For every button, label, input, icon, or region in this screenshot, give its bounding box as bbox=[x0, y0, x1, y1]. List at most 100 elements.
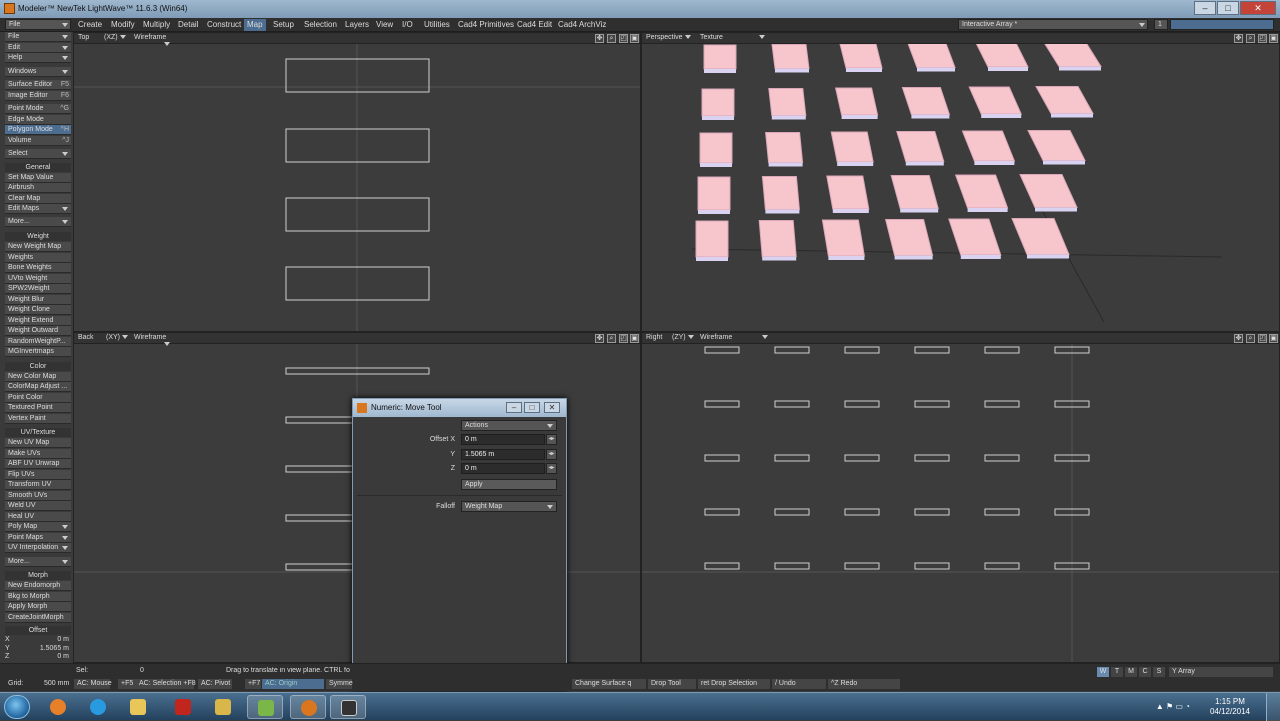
show-desktop-button[interactable] bbox=[1266, 693, 1280, 721]
sidebar-edit-button[interactable]: Edit bbox=[5, 42, 71, 53]
lightwave-modeler-icon[interactable] bbox=[330, 695, 366, 719]
sidebar-weights-button[interactable]: Weights bbox=[5, 252, 71, 263]
sidebar-mginvertmaps-button[interactable]: MGInvertmaps bbox=[5, 347, 71, 357]
view-type[interactable]: Top bbox=[78, 34, 89, 41]
status-button--f5[interactable]: +F5 bbox=[118, 679, 136, 689]
sidebar-weight-blur-button[interactable]: Weight Blur bbox=[5, 294, 71, 305]
lightwave-layout-icon[interactable] bbox=[290, 695, 326, 719]
sidebar-transform-uv-button[interactable]: Transform UV bbox=[5, 480, 71, 490]
folder-icon[interactable] bbox=[205, 695, 241, 719]
sidebar-uvto-weight-button[interactable]: UVto Weight bbox=[5, 273, 71, 284]
menu-tab-setup[interactable]: Setup bbox=[270, 19, 297, 31]
file-menu[interactable]: File bbox=[5, 19, 71, 30]
pan-icon[interactable]: ✥ bbox=[1234, 334, 1243, 343]
status-button-symme[interactable]: Symme bbox=[326, 679, 353, 689]
zoom-icon[interactable]: ⌕ bbox=[607, 34, 616, 43]
maximize-viewport-icon[interactable]: ▣ bbox=[1269, 334, 1278, 343]
menu-tab-view[interactable]: View bbox=[373, 19, 396, 31]
sidebar-randomweightp-button[interactable]: RandomWeightP... bbox=[5, 336, 71, 347]
menu-tab-map[interactable]: Map bbox=[244, 19, 266, 31]
offset-y-stepper[interactable]: ◂▸ bbox=[546, 449, 557, 460]
status-action-ret-drop-selection[interactable]: ret Drop Selection bbox=[698, 679, 770, 689]
sidebar-new-weight-map-button[interactable]: New Weight Map bbox=[5, 242, 71, 252]
status-action-drop-tool[interactable]: Drop Tool bbox=[648, 679, 696, 689]
start-button[interactable] bbox=[4, 695, 30, 719]
offset-x-stepper[interactable]: ◂▸ bbox=[546, 434, 557, 445]
viewport-top[interactable]: Top (XZ) Wireframe ✥ ⌕ ◰ ▣ bbox=[73, 32, 641, 332]
sidebar-textured-point-button[interactable]: Textured Point bbox=[5, 403, 71, 413]
array-mode-dropdown[interactable]: Y Array bbox=[1169, 667, 1273, 677]
viewport-right[interactable]: Right (ZY) Wireframe ✥ ⌕ ◰ ▣ bbox=[641, 332, 1280, 663]
dialog-minimize-button[interactable]: – bbox=[506, 402, 522, 413]
mode-toggle-m[interactable]: M bbox=[1125, 667, 1137, 677]
actions-dropdown[interactable]: Actions bbox=[461, 420, 557, 431]
sidebar-more-button[interactable]: More... bbox=[5, 216, 71, 227]
status-button-ac-pivot[interactable]: AC: Pivot bbox=[198, 679, 232, 689]
menu-tab-modify[interactable]: Modify bbox=[108, 19, 138, 31]
sidebar-weight-outward-button[interactable]: Weight Outward bbox=[5, 326, 71, 336]
minimize-button[interactable]: – bbox=[1194, 1, 1216, 15]
status-button-ac-selection-f8[interactable]: AC: Selection +F8 bbox=[136, 679, 196, 689]
system-tray-icons[interactable]: ▲ ⚑ ▭ ◔ bbox=[1156, 702, 1190, 711]
menu-tab-cad4-edit[interactable]: Cad4 Edit bbox=[514, 19, 555, 31]
menu-tab-multiply[interactable]: Multiply bbox=[140, 19, 173, 31]
maximize-viewport-icon[interactable]: ▣ bbox=[630, 334, 639, 343]
menu-tab-cad4-archviz[interactable]: Cad4 ArchViz bbox=[555, 19, 609, 31]
status-action--undo[interactable]: / Undo bbox=[772, 679, 826, 689]
sidebar-new-color-map-button[interactable]: New Color Map bbox=[5, 371, 71, 382]
status-button-ac-mouse[interactable]: AC: Mouse bbox=[74, 679, 112, 689]
sidebar-weight-clone-button[interactable]: Weight Clone bbox=[5, 305, 71, 315]
sidebar-more-button[interactable]: More... bbox=[5, 556, 71, 567]
sidebar-help-button[interactable]: Help bbox=[5, 53, 71, 63]
maximize-button[interactable]: □ bbox=[1217, 1, 1239, 15]
sidebar-bone-weights-button[interactable]: Bone Weights bbox=[5, 263, 71, 273]
status-button--f7[interactable]: +F7 bbox=[245, 679, 261, 689]
sidebar-poly-map-button[interactable]: Poly Map bbox=[5, 522, 71, 532]
mode-toggle-c[interactable]: C bbox=[1139, 667, 1151, 677]
menu-tab-create[interactable]: Create bbox=[75, 19, 105, 31]
status-button-ac-origin[interactable]: AC: Origin bbox=[262, 679, 324, 689]
zoom-icon[interactable]: ⌕ bbox=[607, 334, 616, 343]
sidebar-file-button[interactable]: File bbox=[5, 32, 71, 42]
layer-toggle[interactable]: 1 bbox=[1154, 19, 1168, 30]
sidebar-point-color-button[interactable]: Point Color bbox=[5, 392, 71, 403]
sidebar-point-maps-button[interactable]: Point Maps bbox=[5, 532, 71, 543]
sidebar-edit-maps-button[interactable]: Edit Maps bbox=[5, 204, 71, 214]
sidebar-bkg-to-morph-button[interactable]: Bkg to Morph bbox=[5, 591, 71, 602]
sidebar-heal-uv-button[interactable]: Heal UV bbox=[5, 511, 71, 522]
filezilla-icon[interactable] bbox=[165, 695, 201, 719]
pan-icon[interactable]: ✥ bbox=[1234, 34, 1243, 43]
preset-dropdown[interactable]: Interactive Array * bbox=[958, 19, 1148, 30]
sidebar-set-map-value-button[interactable]: Set Map Value bbox=[5, 172, 71, 183]
menu-tab-utilities[interactable]: Utilities bbox=[421, 19, 453, 31]
sidebar-windows-button[interactable]: Windows bbox=[5, 66, 71, 77]
sidebar-apply-morph-button[interactable]: Apply Morph bbox=[5, 602, 71, 612]
mode-toggle-s[interactable]: S bbox=[1153, 667, 1165, 677]
sidebar-image-editor-button[interactable]: Image Editor F6 bbox=[5, 90, 71, 101]
sidebar-make-uvs-button[interactable]: Make UVs bbox=[5, 448, 71, 459]
sidebar-abf-uv-unwrap-button[interactable]: ABF UV Unwrap bbox=[5, 459, 71, 469]
zoom-icon[interactable]: ⌕ bbox=[1246, 34, 1255, 43]
view-type[interactable]: Right bbox=[646, 334, 662, 341]
clock[interactable]: 1:15 PM 04/12/2014 bbox=[1210, 697, 1250, 717]
menu-tab-selection[interactable]: Selection bbox=[301, 19, 340, 31]
view-type[interactable]: Back bbox=[78, 334, 94, 341]
pan-icon[interactable]: ✥ bbox=[595, 334, 604, 343]
pan-icon[interactable]: ✥ bbox=[595, 34, 604, 43]
sidebar-edge-mode-button[interactable]: Edge Mode bbox=[5, 114, 71, 125]
mode-toggle-t[interactable]: T bbox=[1111, 667, 1123, 677]
status-action-change-surface-q[interactable]: Change Surface q bbox=[572, 679, 646, 689]
sidebar-flip-uvs-button[interactable]: Flip UVs bbox=[5, 469, 71, 480]
maximize-viewport-icon[interactable]: ▣ bbox=[630, 34, 639, 43]
falloff-dropdown[interactable]: Weight Map bbox=[461, 501, 557, 512]
menu-tab-i-o[interactable]: I/O bbox=[399, 19, 416, 31]
sidebar-surface-editor-button[interactable]: Surface Editor F5 bbox=[5, 80, 71, 90]
dialog-maximize-button[interactable]: □ bbox=[524, 402, 540, 413]
zoom-icon[interactable]: ⌕ bbox=[1246, 334, 1255, 343]
dialog-titlebar[interactable]: Numeric: Move Tool – □ ✕ bbox=[353, 399, 566, 417]
sidebar-colormap-adjust-button[interactable]: ColorMap Adjust ... bbox=[5, 382, 71, 392]
sidebar-uv-interpolation-button[interactable]: UV Interpolation bbox=[5, 543, 71, 553]
dialog-close-button[interactable]: ✕ bbox=[544, 402, 560, 413]
sidebar-spw2weight-button[interactable]: SPW2Weight bbox=[5, 284, 71, 294]
apply-button[interactable]: Apply bbox=[461, 479, 557, 490]
